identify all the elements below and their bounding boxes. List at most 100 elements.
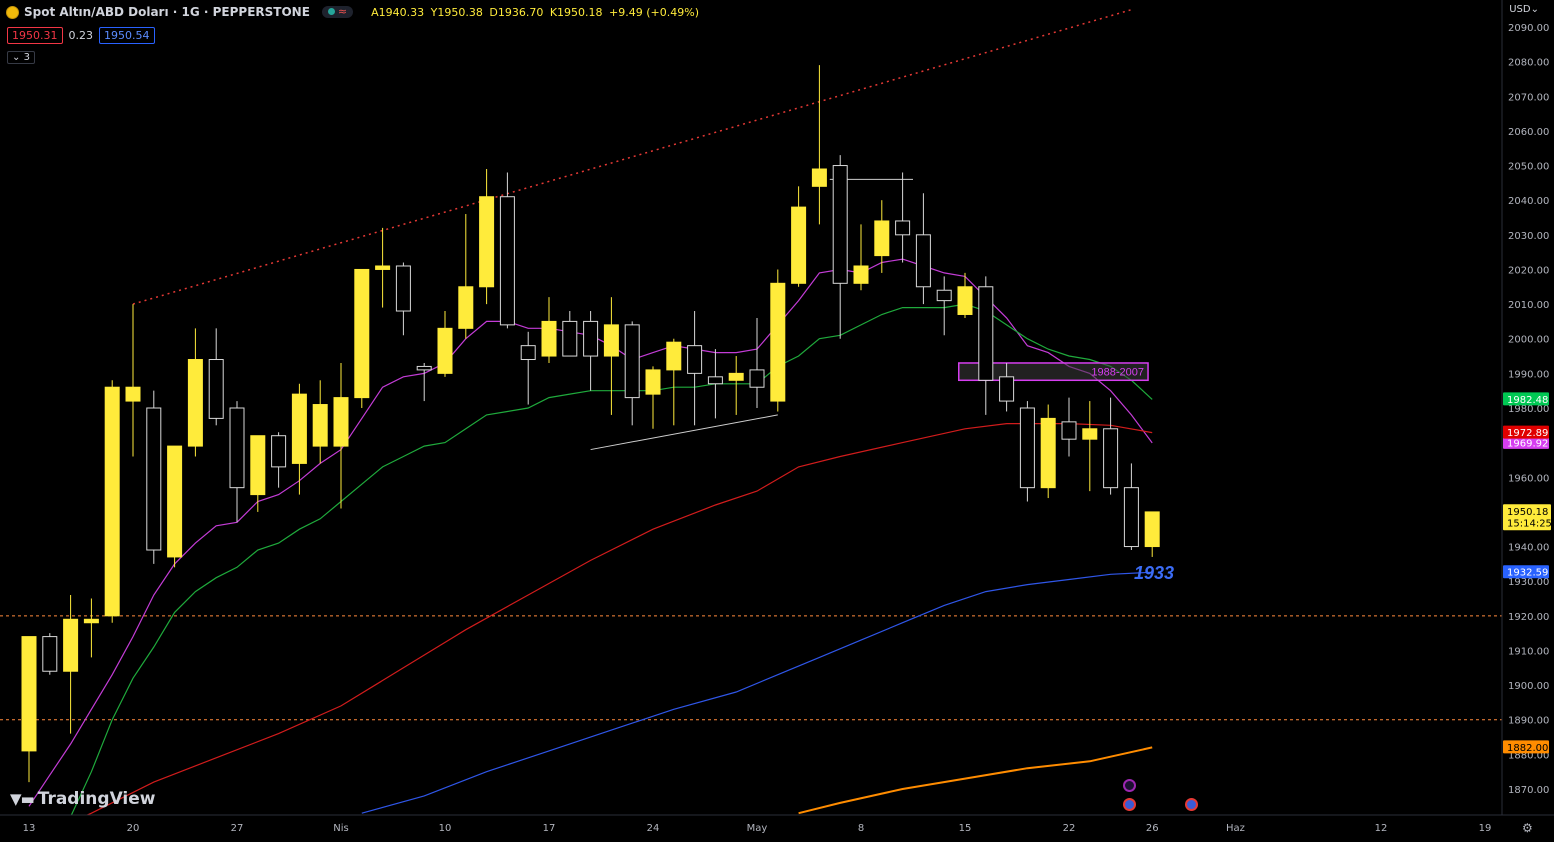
- bull-candle[interactable]: [437, 327, 453, 374]
- chevron-down-icon: ⌄: [1530, 4, 1539, 15]
- gold-coin-icon: [6, 5, 19, 19]
- lightning-event-icon[interactable]: [1123, 779, 1136, 792]
- buy-price-button[interactable]: 1950.54: [99, 27, 155, 44]
- time-tick-label: 10: [439, 823, 452, 834]
- time-tick-label: 20: [127, 823, 140, 834]
- price-tick-label: 1990.00: [1508, 369, 1549, 380]
- bull-candle[interactable]: [811, 168, 827, 187]
- us-flag-event-icon[interactable]: [1185, 798, 1198, 811]
- us-flag-event-icon[interactable]: [1123, 798, 1136, 811]
- bear-candle[interactable]: [562, 320, 578, 357]
- time-tick-label: 22: [1063, 823, 1076, 834]
- bull-candle[interactable]: [125, 386, 141, 402]
- time-tick-label: Haz: [1226, 823, 1245, 834]
- market-status-indicator[interactable]: ≈: [321, 5, 354, 18]
- sell-price-button[interactable]: 1950.31: [7, 27, 63, 44]
- bear-candle[interactable]: [229, 407, 245, 489]
- time-tick-label: 24: [647, 823, 660, 834]
- price-tick-label: 1890.00: [1508, 716, 1549, 727]
- bull-candle[interactable]: [187, 359, 203, 447]
- bull-candle[interactable]: [1040, 417, 1056, 489]
- bull-candle[interactable]: [874, 220, 890, 257]
- bear-candle[interactable]: [624, 324, 640, 399]
- bear-candle[interactable]: [499, 196, 515, 326]
- price-tick-label: 2090.00: [1508, 23, 1549, 34]
- indicators-collapse-button[interactable]: ⌄ 3: [7, 51, 35, 64]
- bull-candle[interactable]: [666, 341, 682, 371]
- bull-candle[interactable]: [770, 282, 786, 402]
- symbol-title[interactable]: Spot Altın/ABD Doları · 1G · PEPPERSTONE: [24, 5, 310, 19]
- time-tick-label: 13: [23, 823, 36, 834]
- bear-candle[interactable]: [1061, 421, 1077, 440]
- tradingview-watermark: ▼▬ TradingView: [10, 789, 156, 809]
- time-tick-label: 17: [543, 823, 556, 834]
- bear-candle[interactable]: [583, 320, 599, 357]
- bull-candle[interactable]: [541, 320, 557, 357]
- bull-candle[interactable]: [479, 196, 495, 288]
- bear-candle[interactable]: [146, 407, 162, 551]
- bear-candle[interactable]: [915, 234, 931, 288]
- bear-candle[interactable]: [42, 636, 58, 672]
- ema-red-axis-label: 1972.89: [1507, 428, 1548, 439]
- price-tick-label: 2000.00: [1508, 335, 1549, 346]
- bull-candle[interactable]: [603, 324, 619, 357]
- bull-candle[interactable]: [957, 286, 973, 315]
- bear-candle[interactable]: [749, 369, 765, 388]
- bear-candle[interactable]: [936, 289, 952, 302]
- bull-candle[interactable]: [83, 618, 99, 624]
- bear-candle[interactable]: [832, 165, 848, 284]
- bull-candle[interactable]: [63, 618, 79, 672]
- bear-candle[interactable]: [895, 220, 911, 236]
- price-tick-label: 2060.00: [1508, 127, 1549, 138]
- close-value: K1950.18: [549, 5, 603, 19]
- time-tick-label: 15: [959, 823, 972, 834]
- price-tick-label: 2050.00: [1508, 162, 1549, 173]
- bull-candle[interactable]: [728, 372, 744, 381]
- last-price-label: 1950.18: [1507, 507, 1548, 518]
- price-tick-label: 1920.00: [1508, 612, 1549, 623]
- change-value: +9.49 (+0.49%): [609, 5, 699, 19]
- bear-candle[interactable]: [978, 286, 994, 381]
- chevron-down-icon: ⌄: [12, 52, 21, 63]
- bear-candle[interactable]: [1123, 487, 1139, 548]
- bull-candle[interactable]: [853, 265, 869, 284]
- price-tick-label: 2010.00: [1508, 300, 1549, 311]
- market-open-dot-icon: [327, 8, 335, 15]
- price-tick-label: 1960.00: [1508, 473, 1549, 484]
- bull-candle[interactable]: [645, 369, 661, 395]
- open-value: A1940.33: [371, 5, 425, 19]
- bull-candle[interactable]: [250, 435, 266, 496]
- bull-candle[interactable]: [312, 404, 328, 447]
- bull-candle[interactable]: [333, 397, 349, 447]
- bar-countdown-label: 15:14:25: [1507, 518, 1552, 529]
- bull-candle[interactable]: [1082, 428, 1098, 440]
- currency-label: USD: [1509, 4, 1531, 15]
- bull-candle[interactable]: [354, 268, 370, 399]
- symbol-legend[interactable]: Spot Altın/ABD Doları · 1G · PEPPERSTONE…: [6, 5, 702, 19]
- bear-candle[interactable]: [520, 345, 536, 361]
- watermark-text: TradingView: [37, 789, 156, 809]
- bull-candle[interactable]: [458, 286, 474, 329]
- bull-candle[interactable]: [21, 636, 37, 752]
- bull-candle[interactable]: [104, 386, 120, 617]
- bull-candle[interactable]: [1144, 511, 1160, 548]
- settings-gear-icon[interactable]: ⚙: [1522, 821, 1533, 835]
- bear-candle[interactable]: [416, 365, 432, 371]
- price-chart[interactable]: 1988-200719331870.001880.001890.001900.0…: [0, 0, 1554, 842]
- bear-candle[interactable]: [1103, 428, 1119, 489]
- bear-candle[interactable]: [208, 359, 224, 419]
- target-price-text: 1933: [1134, 563, 1174, 583]
- bear-candle[interactable]: [687, 345, 703, 374]
- wave-icon: ≈: [337, 5, 348, 18]
- bull-candle[interactable]: [375, 265, 391, 270]
- bear-candle[interactable]: [271, 435, 287, 468]
- bear-candle[interactable]: [707, 376, 723, 385]
- bear-candle[interactable]: [1019, 407, 1035, 489]
- bear-candle[interactable]: [999, 376, 1015, 402]
- bull-candle[interactable]: [791, 206, 807, 284]
- bear-candle[interactable]: [395, 265, 411, 312]
- price-tick-label: 2040.00: [1508, 196, 1549, 207]
- currency-selector[interactable]: USD⌄: [1509, 4, 1539, 15]
- bull-candle[interactable]: [291, 393, 307, 464]
- bull-candle[interactable]: [167, 445, 183, 558]
